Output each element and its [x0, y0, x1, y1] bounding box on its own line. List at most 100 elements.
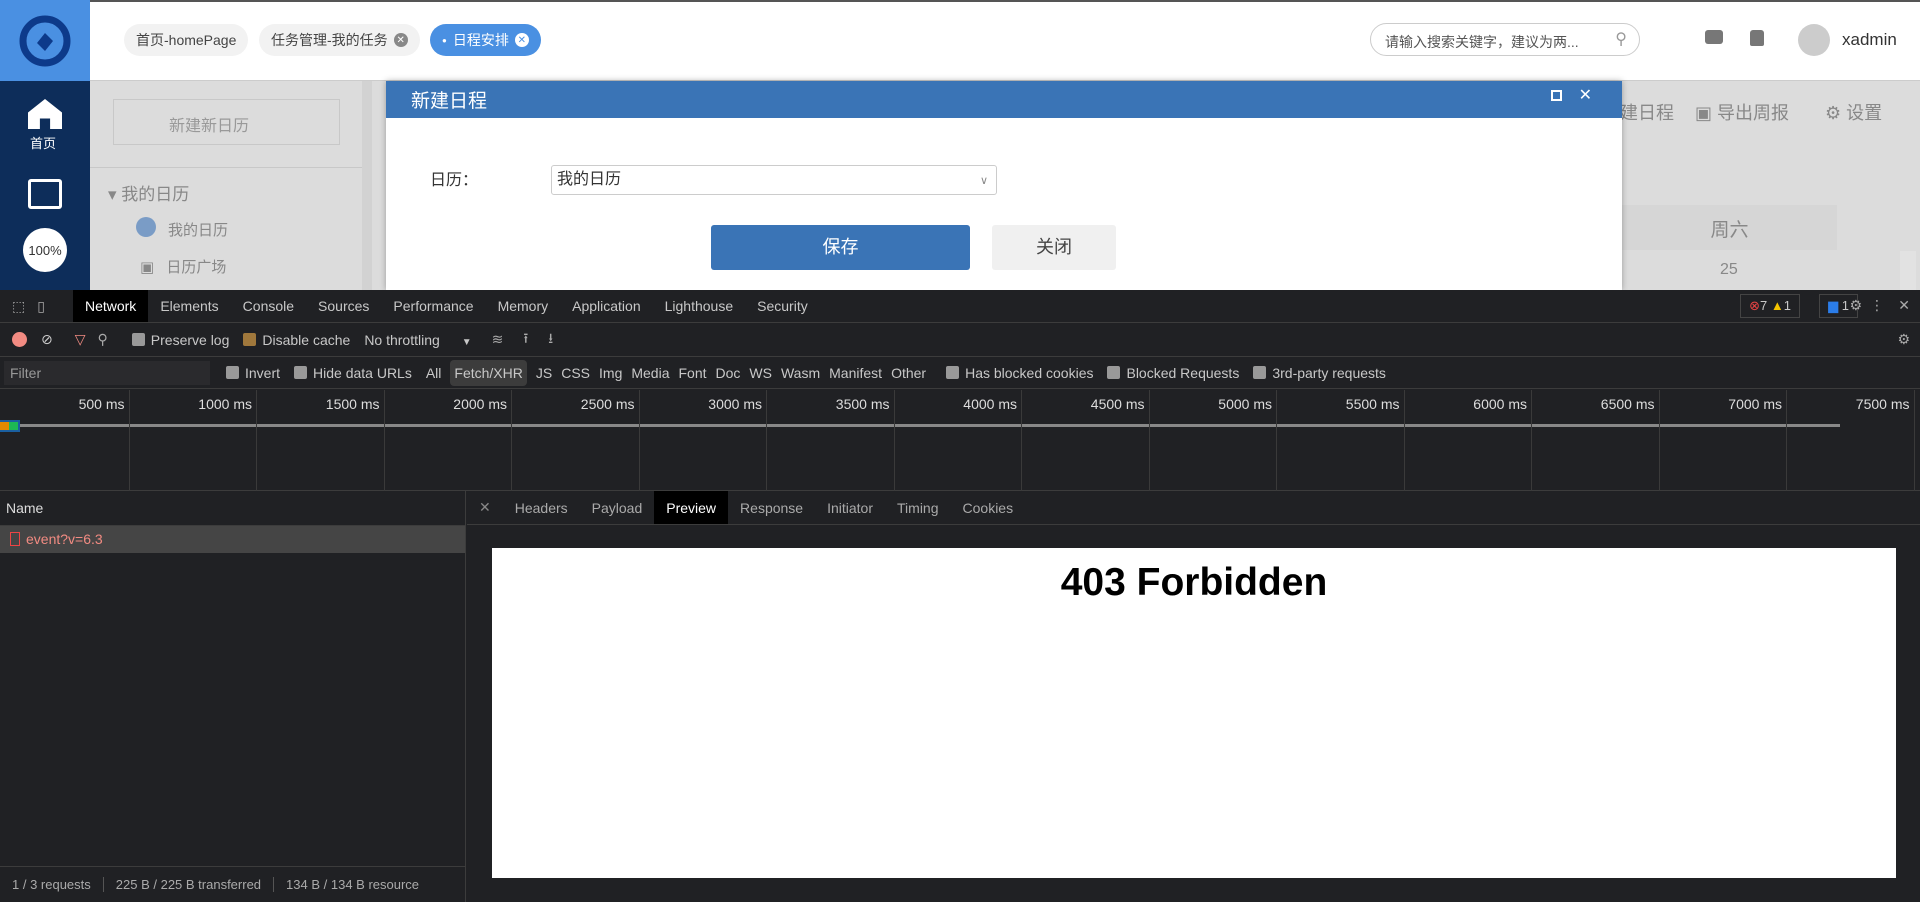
type-filter-fetch-xhr[interactable]: Fetch/XHR	[450, 359, 527, 386]
calendar-date[interactable]: 25	[1720, 261, 1738, 279]
status-item: 225 B / 225 B transferred	[102, 877, 273, 892]
type-filter-manifest[interactable]: Manifest	[829, 365, 882, 381]
check-icon	[136, 217, 156, 237]
close-detail-icon[interactable]: ✕	[467, 499, 503, 516]
tab-network[interactable]: Network	[72, 290, 149, 322]
type-filter-js[interactable]: JS	[536, 365, 552, 381]
record-icon[interactable]	[12, 332, 27, 347]
disable-cache-checkbox[interactable]: Disable cache	[243, 332, 350, 348]
settings-button[interactable]: ⚙ 设置	[1825, 99, 1882, 125]
type-filter-css[interactable]: CSS	[561, 365, 590, 381]
timeline-tick: 500 ms	[2, 390, 130, 491]
app-logo[interactable]	[0, 0, 90, 81]
timeline-tick: 3500 ms	[767, 390, 895, 491]
request-row[interactable]: event?v=6.3	[0, 526, 465, 553]
type-filter-ws[interactable]: WS	[749, 365, 772, 381]
filter-checkbox[interactable]: 3rd-party requests	[1253, 365, 1386, 381]
scrollbar[interactable]	[1900, 251, 1916, 290]
settings-gear-icon[interactable]: ⚙	[1849, 297, 1862, 314]
avatar[interactable]	[1798, 24, 1830, 56]
name-column-header[interactable]: Name	[0, 491, 465, 526]
filter-label: Blocked Requests	[1126, 364, 1240, 381]
tab-memory[interactable]: Memory	[486, 290, 561, 322]
filter-checkbox[interactable]: Blocked Requests	[1107, 365, 1239, 381]
network-conditions-icon[interactable]: ≋	[492, 331, 504, 348]
shirt-icon[interactable]	[1750, 30, 1764, 46]
new-event-button[interactable]: 建日程	[1620, 99, 1674, 125]
type-filter-font[interactable]: Font	[679, 365, 707, 381]
user-screen-icon[interactable]	[28, 179, 62, 209]
tab-lighthouse[interactable]: Lighthouse	[653, 290, 746, 322]
type-filter-all[interactable]: All	[426, 365, 442, 381]
status-item: 1 / 3 requests	[12, 877, 91, 892]
tab-elements[interactable]: Elements	[148, 290, 230, 322]
tick-label: 2500 ms	[580, 396, 635, 412]
filter-bar: Filter Invert Hide data URLs All Fetch/XH…	[0, 357, 1920, 389]
detail-tab-preview[interactable]: Preview	[654, 491, 729, 524]
tab-sources[interactable]: Sources	[306, 290, 381, 322]
inspect-icon[interactable]: ⬚	[0, 298, 37, 315]
filter-input[interactable]: Filter	[4, 360, 210, 385]
filter-icon[interactable]: ▽	[75, 331, 86, 348]
my-calendars-group[interactable]: ▾ 我的日历	[108, 180, 189, 205]
timeline-tick: 5500 ms	[1277, 390, 1405, 491]
chat-icon[interactable]	[1705, 30, 1723, 44]
close-icon[interactable]: ✕	[393, 33, 408, 47]
calendar-square-item[interactable]: ▣ 日历广场	[140, 256, 226, 277]
preserve-log-checkbox[interactable]: Preserve log	[131, 332, 229, 348]
tab-my-tasks[interactable]: 任务管理-我的任务 ✕	[259, 24, 420, 56]
detail-tab-response[interactable]: Response	[728, 491, 815, 524]
tab-console[interactable]: Console	[231, 290, 306, 322]
issues-counter[interactable]: ⊗7 ▲1	[1740, 294, 1800, 318]
import-har-icon[interactable]: ⭱	[523, 328, 528, 352]
filter-checkbox[interactable]: Has blocked cookies	[946, 365, 1093, 381]
type-filter-img[interactable]: Img	[599, 365, 622, 381]
device-toggle-icon[interactable]: ▯	[37, 298, 45, 315]
detail-tab-cookies[interactable]: Cookies	[951, 491, 1026, 524]
hide-data-urls-checkbox[interactable]: Hide data URLs	[294, 365, 412, 381]
search-input[interactable]: 请输入搜索关键字，建议为两... ⚲	[1370, 23, 1640, 56]
detail-tab-initiator[interactable]: Initiator	[815, 491, 885, 524]
search-icon[interactable]: ⚲	[1615, 29, 1627, 49]
close-icon[interactable]: ✕	[1579, 85, 1592, 105]
close-devtools-icon[interactable]: ✕	[1898, 297, 1910, 314]
tab-application[interactable]: Application	[560, 290, 653, 322]
tab-label: 首页-homePage	[136, 32, 237, 48]
network-settings-icon[interactable]: ⚙	[1897, 331, 1910, 348]
detail-tab-timing[interactable]: Timing	[885, 491, 951, 524]
export-weekly-button[interactable]: ▣ 导出周报	[1695, 99, 1789, 125]
tab-schedule[interactable]: ● 日程安排 ✕	[430, 24, 541, 56]
tick-label: 4000 ms	[963, 396, 1017, 412]
clear-icon[interactable]: ⊘	[41, 331, 53, 348]
close-button[interactable]: 关闭	[992, 225, 1116, 270]
invert-checkbox[interactable]: Invert	[226, 365, 280, 381]
tab-security[interactable]: Security	[745, 290, 820, 322]
chevron-down-icon: ∨	[979, 175, 988, 187]
type-filter-doc[interactable]: Doc	[716, 365, 741, 381]
timeline-overview[interactable]: 500 ms 1000 ms 1500 ms 2000 ms 2500 ms 3000 m…	[0, 390, 1920, 491]
type-filter-other[interactable]: Other	[891, 365, 926, 381]
detail-tab-headers[interactable]: Headers	[503, 491, 580, 524]
zoom-indicator[interactable]: 100%	[23, 228, 67, 272]
export-har-icon[interactable]: ⭳	[548, 328, 553, 352]
type-filter-media[interactable]: Media	[631, 365, 669, 381]
save-button[interactable]: 保存	[711, 225, 970, 270]
tab-homepage[interactable]: 首页-homePage	[124, 24, 249, 56]
more-options-icon[interactable]: ⋮	[1870, 297, 1884, 314]
calendar-select[interactable]: 我的日历 ∨	[551, 165, 997, 195]
new-calendar-button[interactable]: 新建新日历	[113, 99, 340, 145]
search-icon[interactable]: ⚲	[98, 331, 108, 348]
tab-performance[interactable]: Performance	[381, 290, 485, 322]
maximize-icon[interactable]	[1551, 90, 1562, 101]
close-icon[interactable]: ✕	[514, 33, 529, 47]
calendar-item[interactable]: 我的日历	[168, 219, 228, 240]
username[interactable]: xadmin	[1842, 30, 1897, 50]
nav-home-label[interactable]: 首页	[30, 133, 56, 152]
type-filter-wasm[interactable]: Wasm	[781, 365, 820, 381]
document-icon	[10, 532, 20, 546]
message-count: 1	[1841, 298, 1849, 313]
home-icon[interactable]	[28, 99, 62, 129]
detail-tab-payload[interactable]: Payload	[580, 491, 655, 524]
timeline-tick: 4500 ms	[1022, 390, 1150, 491]
throttling-select[interactable]: No throttling ▼	[364, 332, 471, 348]
